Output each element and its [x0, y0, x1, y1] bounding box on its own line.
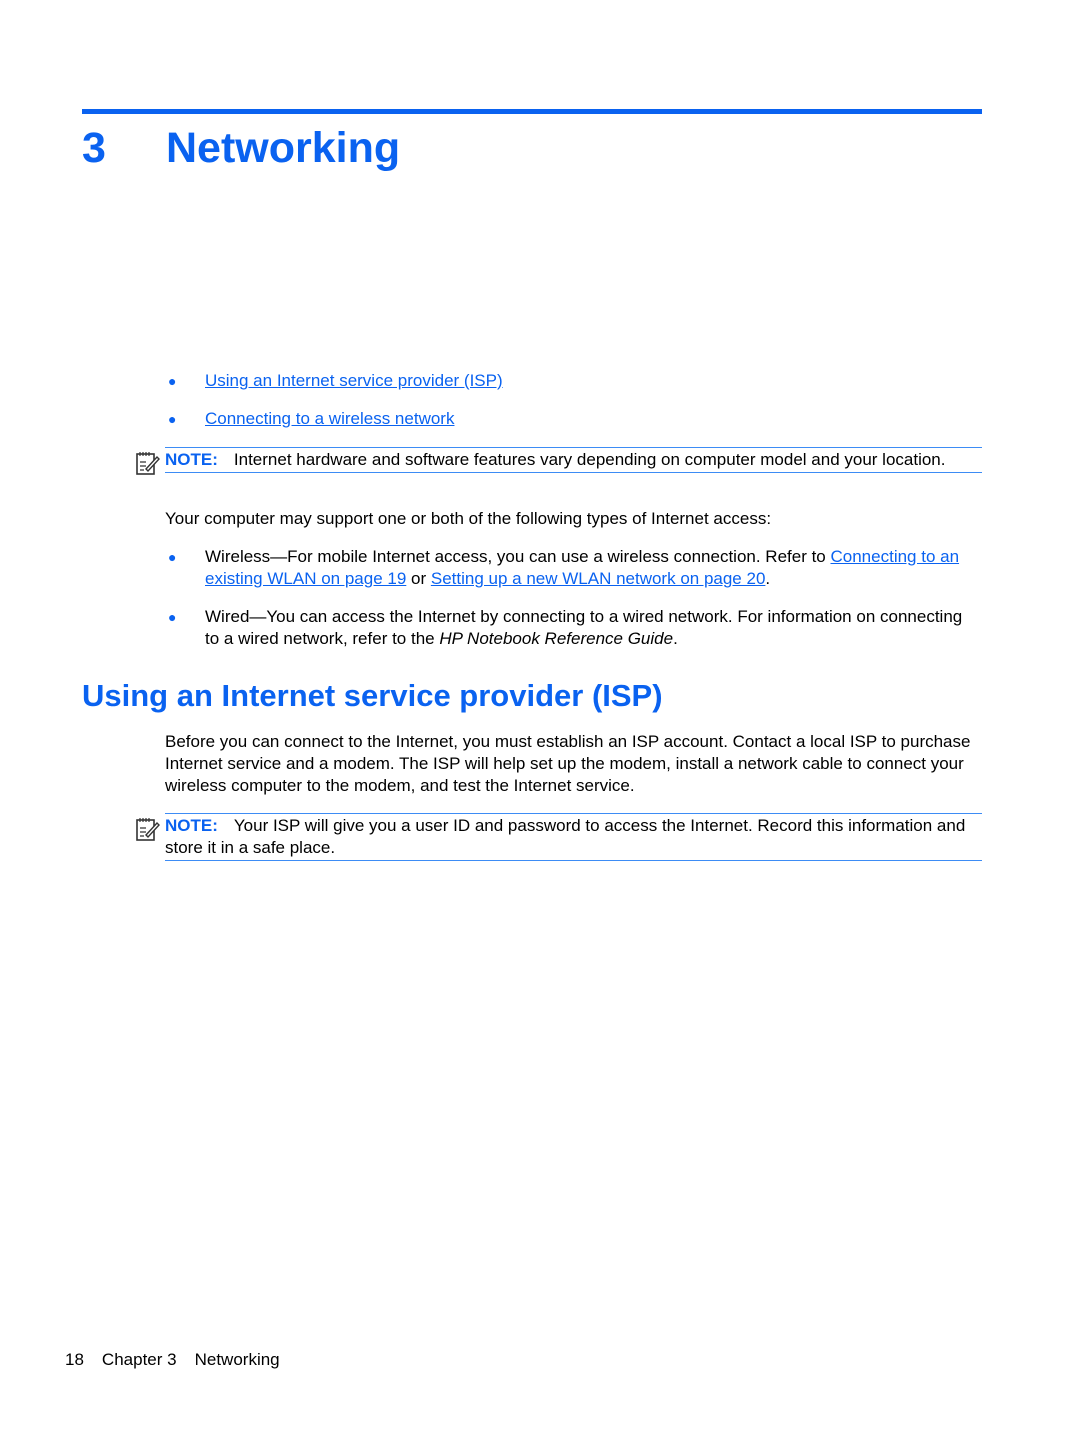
- wired-period: .: [673, 629, 678, 648]
- toc-link-isp[interactable]: Using an Internet service provider (ISP): [205, 371, 503, 390]
- footer-title: Networking: [194, 1350, 280, 1369]
- bullet-icon: ●: [168, 411, 177, 427]
- toc-item: ● Using an Internet service provider (ISP…: [165, 370, 503, 408]
- note-box: NOTE: Internet hardware and software feat…: [136, 447, 982, 475]
- section-heading-isp: Using an Internet service provider (ISP): [82, 678, 663, 713]
- page-number: 18: [65, 1350, 84, 1369]
- wireless-text: Wireless—For mobile Internet access, you…: [205, 547, 831, 566]
- note-box: NOTE: Your ISP will give you a user ID an…: [136, 813, 982, 861]
- footer-chapter: Chapter 3: [101, 1350, 177, 1369]
- chapter-title: 3 Networking: [82, 122, 400, 174]
- intro-paragraph: Your computer may support one or both of…: [165, 509, 772, 528]
- access-types-list: ● Wireless—For mobile Internet access, yo…: [165, 546, 980, 666]
- isp-paragraph: Before you can connect to the Internet, …: [165, 732, 971, 795]
- note-text: Internet hardware and software features …: [233, 450, 946, 469]
- note-pencil-icon: [136, 452, 160, 475]
- wireless-or: or: [406, 569, 431, 588]
- page-footer: 18 Chapter 3 Networking: [65, 1350, 298, 1370]
- note-pencil-icon: [136, 818, 160, 841]
- chapter-number: 3: [82, 124, 106, 172]
- note-label: NOTE:: [165, 450, 218, 469]
- reference-guide-title: HP Notebook Reference Guide: [439, 629, 674, 648]
- bullet-icon: ●: [168, 373, 177, 389]
- wireless-period: .: [765, 569, 771, 588]
- toc-item: ● Connecting to a wireless network: [165, 408, 503, 446]
- list-item-wireless: ● Wireless—For mobile Internet access, yo…: [165, 546, 980, 590]
- list-item-wired: ● Wired—You can access the Internet by co…: [165, 606, 980, 650]
- note-label: NOTE:: [165, 816, 218, 835]
- bullet-icon: ●: [168, 549, 177, 565]
- toc-link-wireless[interactable]: Connecting to a wireless network: [205, 409, 454, 428]
- chapter-rule: [82, 109, 982, 114]
- link-new-wlan[interactable]: Setting up a new WLAN network on page 20: [431, 569, 766, 588]
- note-text: Your ISP will give you a user ID and pas…: [165, 816, 966, 857]
- chapter-toc: ● Using an Internet service provider (ISP…: [165, 370, 503, 446]
- bullet-icon: ●: [168, 609, 177, 625]
- chapter-title-text: Networking: [166, 124, 401, 172]
